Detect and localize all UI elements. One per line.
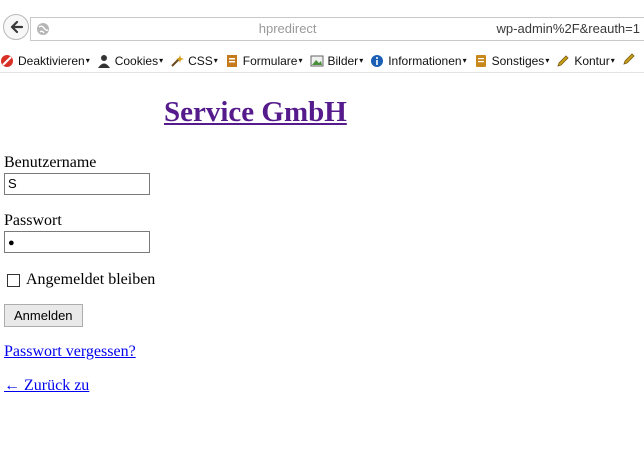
pencil-icon xyxy=(557,54,569,67)
username-input[interactable]: S xyxy=(4,173,150,195)
caret-down-icon: ▾ xyxy=(85,56,90,65)
toolbar-menu-label: Informationen xyxy=(388,53,462,68)
toolbar-menu-bilder[interactable]: Bilder ▾ xyxy=(310,53,364,68)
remember-me-label: Angemeldet bleiben xyxy=(26,271,156,288)
login-button[interactable]: Anmelden xyxy=(4,304,83,327)
caret-down-icon: ▾ xyxy=(610,56,615,65)
caret-down-icon: ▾ xyxy=(159,56,164,65)
toolbar-menu-label: Deaktivieren xyxy=(18,53,85,68)
caret-down-icon: ▾ xyxy=(359,56,364,65)
url-text: hpredirect wp-admin%2F&reauth=1 xyxy=(259,21,640,36)
caret-down-icon: ▾ xyxy=(213,56,218,65)
toolbar-menu-css[interactable]: CSS ▾ xyxy=(170,54,218,68)
info-icon xyxy=(371,54,384,67)
caret-down-icon: ▾ xyxy=(545,56,550,65)
username-value: S xyxy=(8,176,17,191)
toolbar-menu-label: Kontur xyxy=(574,53,610,68)
caret-down-icon: ▾ xyxy=(462,56,467,65)
toolbar-menu-deaktivieren[interactable]: Deaktivieren ▾ xyxy=(0,54,90,68)
toolbar-menu-label: Sonstiges xyxy=(491,53,545,68)
browser-navbar: hpredirect wp-admin%2F&reauth=1 xyxy=(0,0,644,46)
toolbar-menu-label: Cookies xyxy=(114,53,159,68)
person-icon xyxy=(97,54,110,68)
wand-icon xyxy=(171,54,185,67)
image-icon xyxy=(310,55,323,66)
url-right-fragment: wp-admin%2F&reauth=1 xyxy=(496,21,640,36)
toolbar-menu-label: Bilder xyxy=(327,53,359,68)
password-value: ● xyxy=(8,237,15,249)
password-label: Passwort xyxy=(4,212,62,229)
address-bar[interactable]: hpredirect wp-admin%2F&reauth=1 xyxy=(30,17,644,41)
login-page: Service GmbH Benutzername S Passwort ● A… xyxy=(4,90,640,395)
site-title: Service GmbH xyxy=(4,90,640,134)
password-input[interactable]: ● xyxy=(4,231,150,253)
lost-password-link[interactable]: Passwort vergessen? xyxy=(4,343,136,360)
notes-icon xyxy=(475,54,486,67)
caret-down-icon: ▾ xyxy=(298,56,303,65)
toolbar-menu-label: CSS xyxy=(188,53,213,68)
back-to-site-text: ← Zurück zu xyxy=(4,377,90,394)
back-to-site-link[interactable]: ← Zurück zu xyxy=(4,377,169,394)
form-icon xyxy=(226,54,237,67)
toolbar-menu-cookies[interactable]: Cookies ▾ xyxy=(97,54,163,68)
toolbar-menu-sonstiges[interactable]: Sonstiges ▾ xyxy=(474,53,550,68)
arrow-left-icon xyxy=(10,20,23,34)
url-left-fragment: hpredirect xyxy=(258,21,317,36)
pencil-icon[interactable] xyxy=(622,52,636,69)
redacted-title-region xyxy=(4,94,164,124)
developer-toolbar: Deaktivieren ▾ Cookies ▾ CSS ▾ Formulare ▾ Bilde… xyxy=(0,49,644,73)
remember-me-row: Angemeldet bleiben xyxy=(4,271,640,289)
toolbar-menu-kontur[interactable]: Kontur ▾ xyxy=(556,53,615,68)
disable-icon xyxy=(1,54,13,67)
remember-me-checkbox[interactable] xyxy=(7,273,20,287)
site-title-text: Service GmbH xyxy=(164,96,347,128)
toolbar-menu-informationen[interactable]: Informationen ▾ xyxy=(370,53,467,68)
back-button[interactable] xyxy=(3,14,29,40)
globe-icon xyxy=(37,23,49,35)
toolbar-menu-label: Formulare xyxy=(242,53,298,68)
username-label: Benutzername xyxy=(4,154,97,171)
toolbar-menu-formulare[interactable]: Formulare ▾ xyxy=(225,54,303,68)
